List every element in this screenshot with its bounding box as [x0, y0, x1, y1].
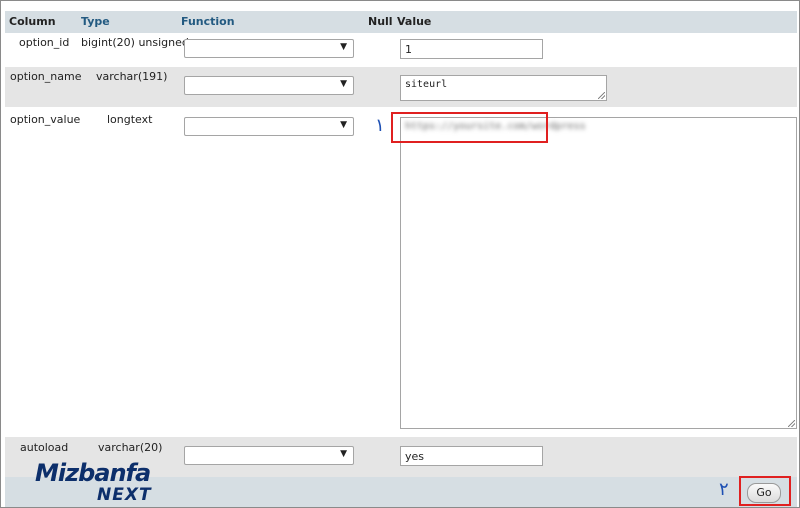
value-header: Value — [397, 15, 432, 28]
function-select[interactable]: ▼ — [184, 117, 354, 136]
chevron-down-icon: ▼ — [340, 120, 347, 130]
highlight-box-value — [391, 112, 548, 143]
value-input[interactable]: yes — [400, 446, 543, 466]
value-textarea[interactable]: https://yoursite.com/wordpress — [400, 117, 797, 429]
chevron-down-icon: ▼ — [340, 449, 347, 459]
column-header: Column — [9, 15, 56, 28]
chevron-down-icon: ▼ — [340, 79, 347, 89]
step-marker-2: ٢ — [719, 479, 729, 500]
logo-text-top: Mizbanfa — [35, 459, 151, 487]
function-select[interactable]: ▼ — [184, 76, 354, 95]
column-type: varchar(20) — [98, 441, 163, 454]
step-marker-1: ١ — [375, 115, 385, 136]
column-type: bigint(20) unsigned — [81, 36, 189, 49]
value-textarea[interactable]: siteurl — [400, 75, 607, 101]
go-button[interactable]: Go — [747, 483, 781, 503]
table-row: option_name varchar(191) ▼ siteurl — [5, 67, 797, 107]
column-name: option_name — [10, 70, 82, 83]
function-header[interactable]: Function — [181, 15, 235, 28]
value-text: siteurl — [405, 79, 448, 90]
column-name: option_value — [10, 113, 81, 126]
type-header[interactable]: Type — [81, 15, 110, 28]
null-header: Null — [368, 15, 393, 28]
table-row: option_value longtext ▼ https://yoursite… — [5, 107, 797, 437]
chevron-down-icon: ▼ — [340, 42, 347, 52]
insert-edit-form: Column Type Function Null Value option_i… — [0, 0, 800, 508]
mizbanfa-logo: Mizbanfa NEXT — [31, 459, 166, 505]
column-type: varchar(191) — [96, 70, 168, 83]
function-select[interactable]: ▼ — [184, 446, 354, 465]
function-select[interactable]: ▼ — [184, 39, 354, 58]
value-input[interactable]: 1 — [400, 39, 543, 59]
table-row: option_id bigint(20) unsigned ▼ 1 — [5, 33, 797, 67]
resize-handle[interactable] — [788, 420, 795, 427]
column-name: autoload — [20, 441, 69, 454]
resize-handle[interactable] — [598, 92, 605, 99]
logo-text-bottom: NEXT — [97, 485, 152, 505]
column-type: longtext — [107, 113, 153, 126]
table-header: Column Type Function Null Value — [5, 11, 797, 33]
column-name: option_id — [19, 36, 70, 49]
